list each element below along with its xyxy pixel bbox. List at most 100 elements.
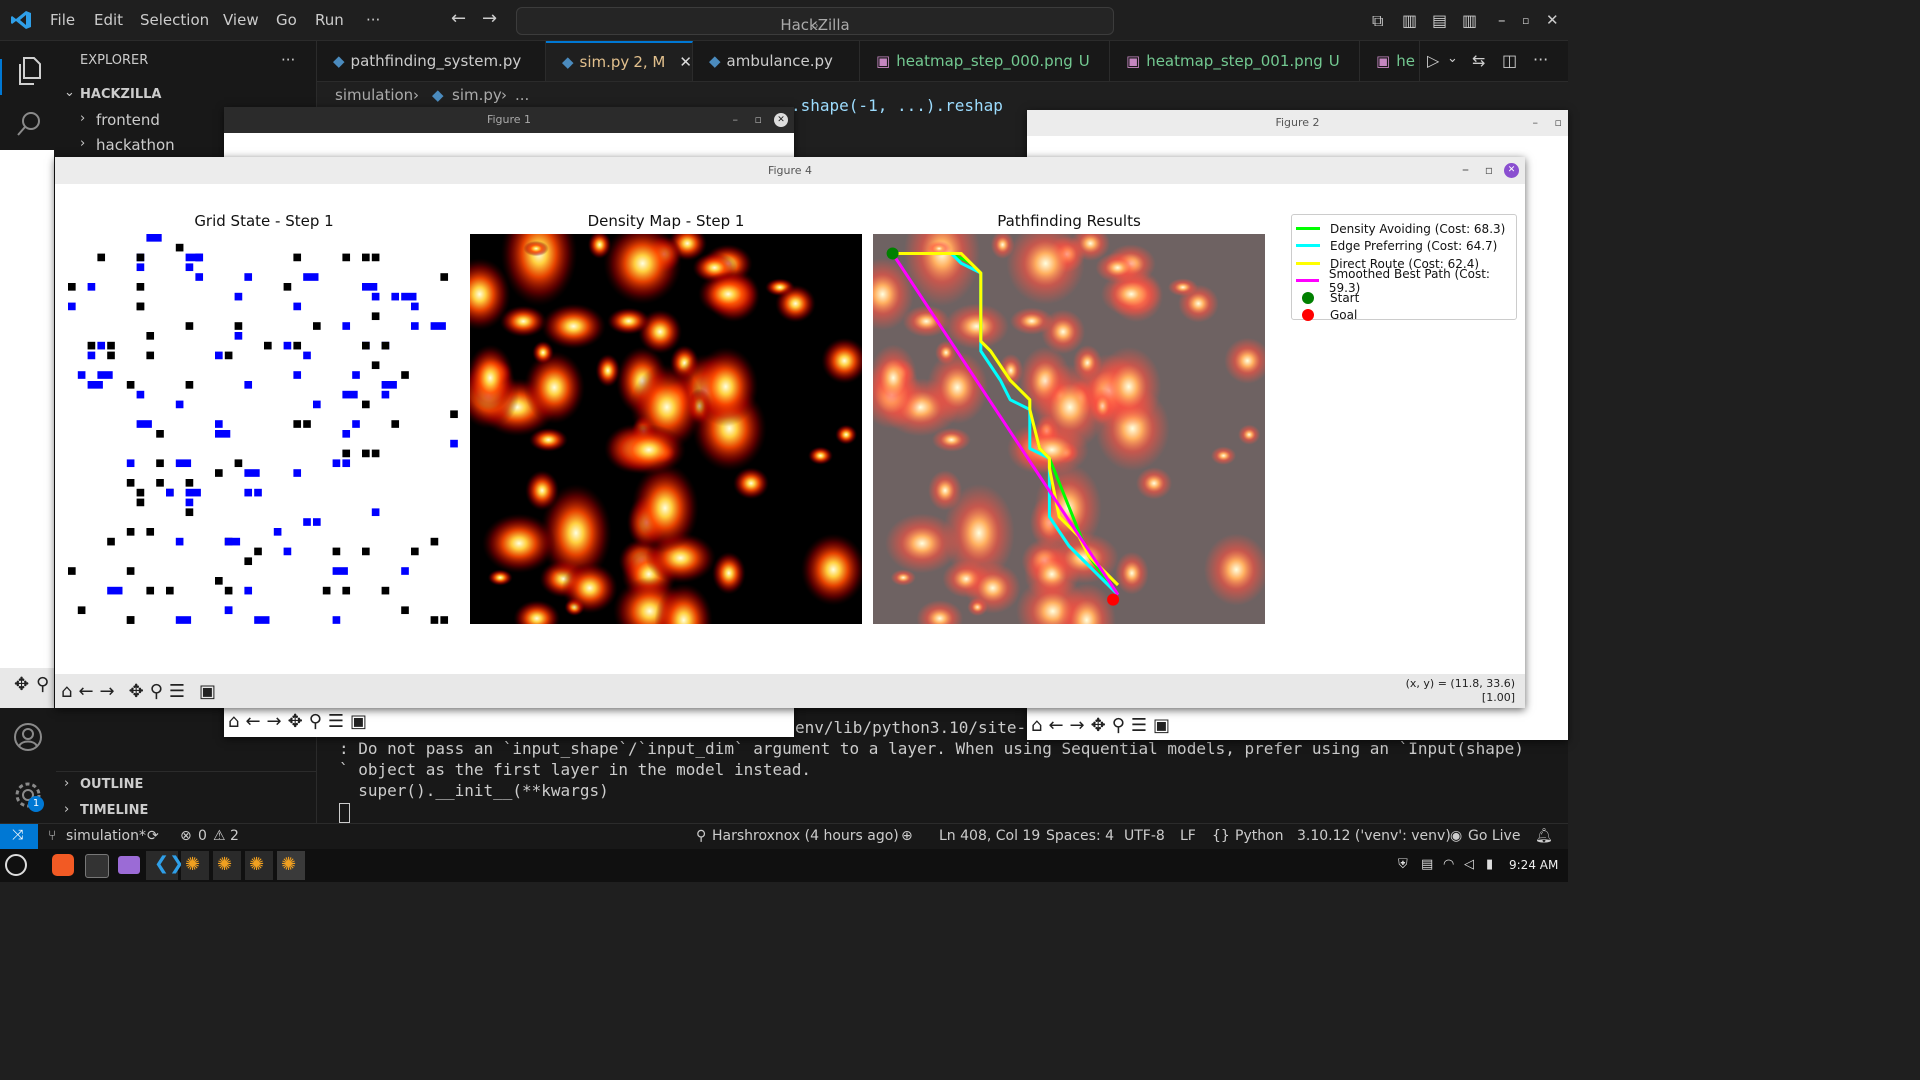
remote-indicator[interactable]: ⤨ bbox=[0, 824, 38, 850]
forward-arrow-icon[interactable]: → bbox=[1070, 715, 1085, 736]
split-editor-icon[interactable]: ◫ bbox=[1502, 51, 1517, 70]
account-icon[interactable] bbox=[13, 722, 43, 752]
home-icon[interactable]: ⌂ bbox=[61, 681, 72, 702]
breadcrumb-symbol[interactable]: ... bbox=[515, 86, 529, 104]
warning-count[interactable]: 2 bbox=[230, 828, 239, 844]
tab-heatmap-000[interactable]: ▣ heatmap_step_000.png U bbox=[860, 41, 1110, 81]
forward-arrow-icon[interactable]: → bbox=[100, 681, 115, 702]
pan-icon[interactable]: ✥ bbox=[288, 711, 303, 732]
app-launcher-icon[interactable] bbox=[5, 854, 27, 876]
save-icon[interactable]: ▣ bbox=[199, 681, 216, 702]
zoom-icon[interactable]: ⊕ bbox=[901, 828, 913, 844]
minimize-icon[interactable]: – bbox=[1498, 11, 1506, 29]
pan-icon[interactable]: ✥ bbox=[1091, 715, 1106, 736]
pan-icon[interactable]: ✥ bbox=[14, 674, 29, 695]
minimize-icon[interactable]: – bbox=[733, 107, 739, 133]
chevron-down-icon[interactable]: ⌄ bbox=[1447, 51, 1458, 66]
zoom-icon[interactable]: ⚲ bbox=[150, 681, 163, 702]
minimize-icon[interactable]: – bbox=[1533, 110, 1539, 136]
zoom-icon[interactable]: ⚲ bbox=[309, 711, 322, 732]
minimize-icon[interactable]: – bbox=[1462, 157, 1469, 184]
indentation[interactable]: Spaces: 4 bbox=[1046, 828, 1114, 844]
back-arrow-icon[interactable]: ← bbox=[245, 711, 260, 732]
breadcrumb-file[interactable]: sim.py bbox=[452, 86, 502, 104]
python-interpreter[interactable]: 3.10.12 ('venv': venv) bbox=[1297, 828, 1451, 844]
cursor-position[interactable]: Ln 408, Col 19 bbox=[939, 828, 1040, 844]
python-window-taskbar-item[interactable]: ✺ bbox=[181, 851, 209, 880]
configure-icon[interactable]: ☰ bbox=[328, 711, 344, 732]
sync-icon[interactable]: ⟳ bbox=[147, 828, 159, 844]
maximize-icon[interactable]: ▫ bbox=[1555, 110, 1562, 136]
forward-arrow-icon[interactable]: → bbox=[267, 711, 282, 732]
toggle-secondary-sidebar-icon[interactable]: ▥ bbox=[1462, 11, 1477, 30]
maximize-icon[interactable]: ▫ bbox=[1485, 157, 1493, 184]
volume-icon[interactable]: ◁ bbox=[1464, 857, 1474, 872]
brave-browser-icon[interactable] bbox=[52, 854, 74, 876]
tab-ambulance[interactable]: ◆ ambulance.py bbox=[693, 41, 860, 81]
python-window-taskbar-item[interactable]: ✺ bbox=[213, 851, 241, 880]
notifications-icon[interactable]: 🔔︎ bbox=[1535, 828, 1553, 844]
breadcrumb-folder[interactable]: simulation bbox=[335, 86, 413, 104]
compare-changes-icon[interactable]: ⇆ bbox=[1472, 51, 1485, 70]
zoom-icon[interactable]: ⚲ bbox=[1112, 715, 1125, 736]
git-blame[interactable]: Harshroxnox (4 hours ago) bbox=[712, 828, 899, 844]
shield-icon[interactable]: ⛨ bbox=[1398, 857, 1408, 872]
menu-view[interactable]: View bbox=[223, 11, 259, 29]
pan-icon[interactable]: ✥ bbox=[129, 681, 144, 702]
configure-icon[interactable]: ☰ bbox=[1131, 715, 1147, 736]
error-count[interactable]: 0 bbox=[198, 828, 207, 844]
timeline-section[interactable]: TIMELINE bbox=[80, 803, 148, 818]
workspace-root[interactable]: HACKZILLA bbox=[80, 87, 161, 102]
python-window-taskbar-item[interactable]: ✺ bbox=[277, 851, 305, 880]
close-icon[interactable]: ✕ bbox=[1504, 163, 1519, 178]
configure-icon[interactable]: ☰ bbox=[169, 681, 185, 702]
language-mode[interactable]: Python bbox=[1235, 828, 1284, 844]
encoding[interactable]: UTF-8 bbox=[1124, 828, 1165, 844]
maximize-icon[interactable]: ▫ bbox=[755, 107, 762, 133]
branch-name[interactable]: simulation* bbox=[66, 828, 146, 844]
close-icon[interactable]: ✕ bbox=[774, 113, 788, 127]
command-center-search[interactable]: ⌕ HackZilla bbox=[516, 7, 1114, 35]
more-actions-icon[interactable]: ··· bbox=[1533, 50, 1548, 69]
search-icon[interactable] bbox=[16, 111, 42, 137]
save-icon[interactable]: ▣ bbox=[1153, 715, 1170, 736]
vscode-taskbar-item[interactable]: ❮❯ bbox=[146, 851, 184, 880]
battery-icon[interactable]: ▮ bbox=[1486, 857, 1493, 872]
explorer-more-button[interactable]: ··· bbox=[281, 51, 295, 69]
python-window-taskbar-item[interactable]: ✺ bbox=[245, 851, 273, 880]
tree-item-hackathon[interactable]: hackathon bbox=[96, 136, 175, 154]
save-icon[interactable]: ▣ bbox=[350, 711, 367, 732]
home-icon[interactable]: ⌂ bbox=[228, 711, 239, 732]
close-tab-icon[interactable]: ✕ bbox=[679, 53, 692, 71]
forward-arrow-icon[interactable]: → bbox=[482, 8, 497, 29]
figure4-window[interactable]: Figure 4 – ▫ ✕ Grid State - Step 1 Densi… bbox=[55, 157, 1525, 708]
tab-sim[interactable]: ◆ sim.py 2, M ✕ bbox=[546, 41, 693, 81]
figure2-titlebar[interactable]: Figure 2 – ▫ bbox=[1027, 110, 1568, 136]
figure1-titlebar[interactable]: Figure 1 – ▫ ✕ bbox=[224, 107, 794, 133]
menu-edit[interactable]: Edit bbox=[94, 11, 123, 29]
tab-heatmap-001[interactable]: ▣ heatmap_step_001.png U bbox=[1110, 41, 1360, 81]
wifi-icon[interactable]: ◠ bbox=[1443, 857, 1454, 872]
toggle-sidebar-icon[interactable]: ▥ bbox=[1402, 11, 1417, 30]
menu-more[interactable]: ··· bbox=[366, 11, 380, 29]
files-app-icon[interactable] bbox=[118, 856, 140, 874]
outline-section[interactable]: OUTLINE bbox=[80, 777, 143, 792]
close-icon[interactable]: ✕ bbox=[1546, 11, 1559, 29]
tab-pathfinding-system[interactable]: ◆ pathfinding_system.py bbox=[317, 41, 546, 81]
line-ending[interactable]: LF bbox=[1180, 828, 1196, 844]
customize-layout-icon[interactable]: ⧉ bbox=[1372, 11, 1383, 31]
menu-file[interactable]: File bbox=[50, 11, 75, 29]
go-live-button[interactable]: Go Live bbox=[1468, 828, 1520, 844]
zoom-icon[interactable]: ⚲ bbox=[36, 674, 49, 695]
home-icon[interactable]: ⌂ bbox=[1031, 715, 1042, 736]
tab-heatmap-more[interactable]: ▣ he bbox=[1360, 41, 1420, 81]
figure4-titlebar[interactable]: Figure 4 – ▫ ✕ bbox=[55, 157, 1525, 184]
terminal-app-icon[interactable] bbox=[85, 854, 109, 878]
back-arrow-icon[interactable]: ← bbox=[1048, 715, 1063, 736]
explorer-files-icon[interactable] bbox=[15, 57, 41, 85]
back-arrow-icon[interactable]: ← bbox=[78, 681, 93, 702]
toggle-panel-icon[interactable]: ▤ bbox=[1432, 11, 1447, 30]
clock[interactable]: 9:24 AM bbox=[1509, 858, 1558, 872]
run-icon[interactable]: ▷ bbox=[1427, 51, 1439, 70]
menu-run[interactable]: Run bbox=[315, 11, 344, 29]
